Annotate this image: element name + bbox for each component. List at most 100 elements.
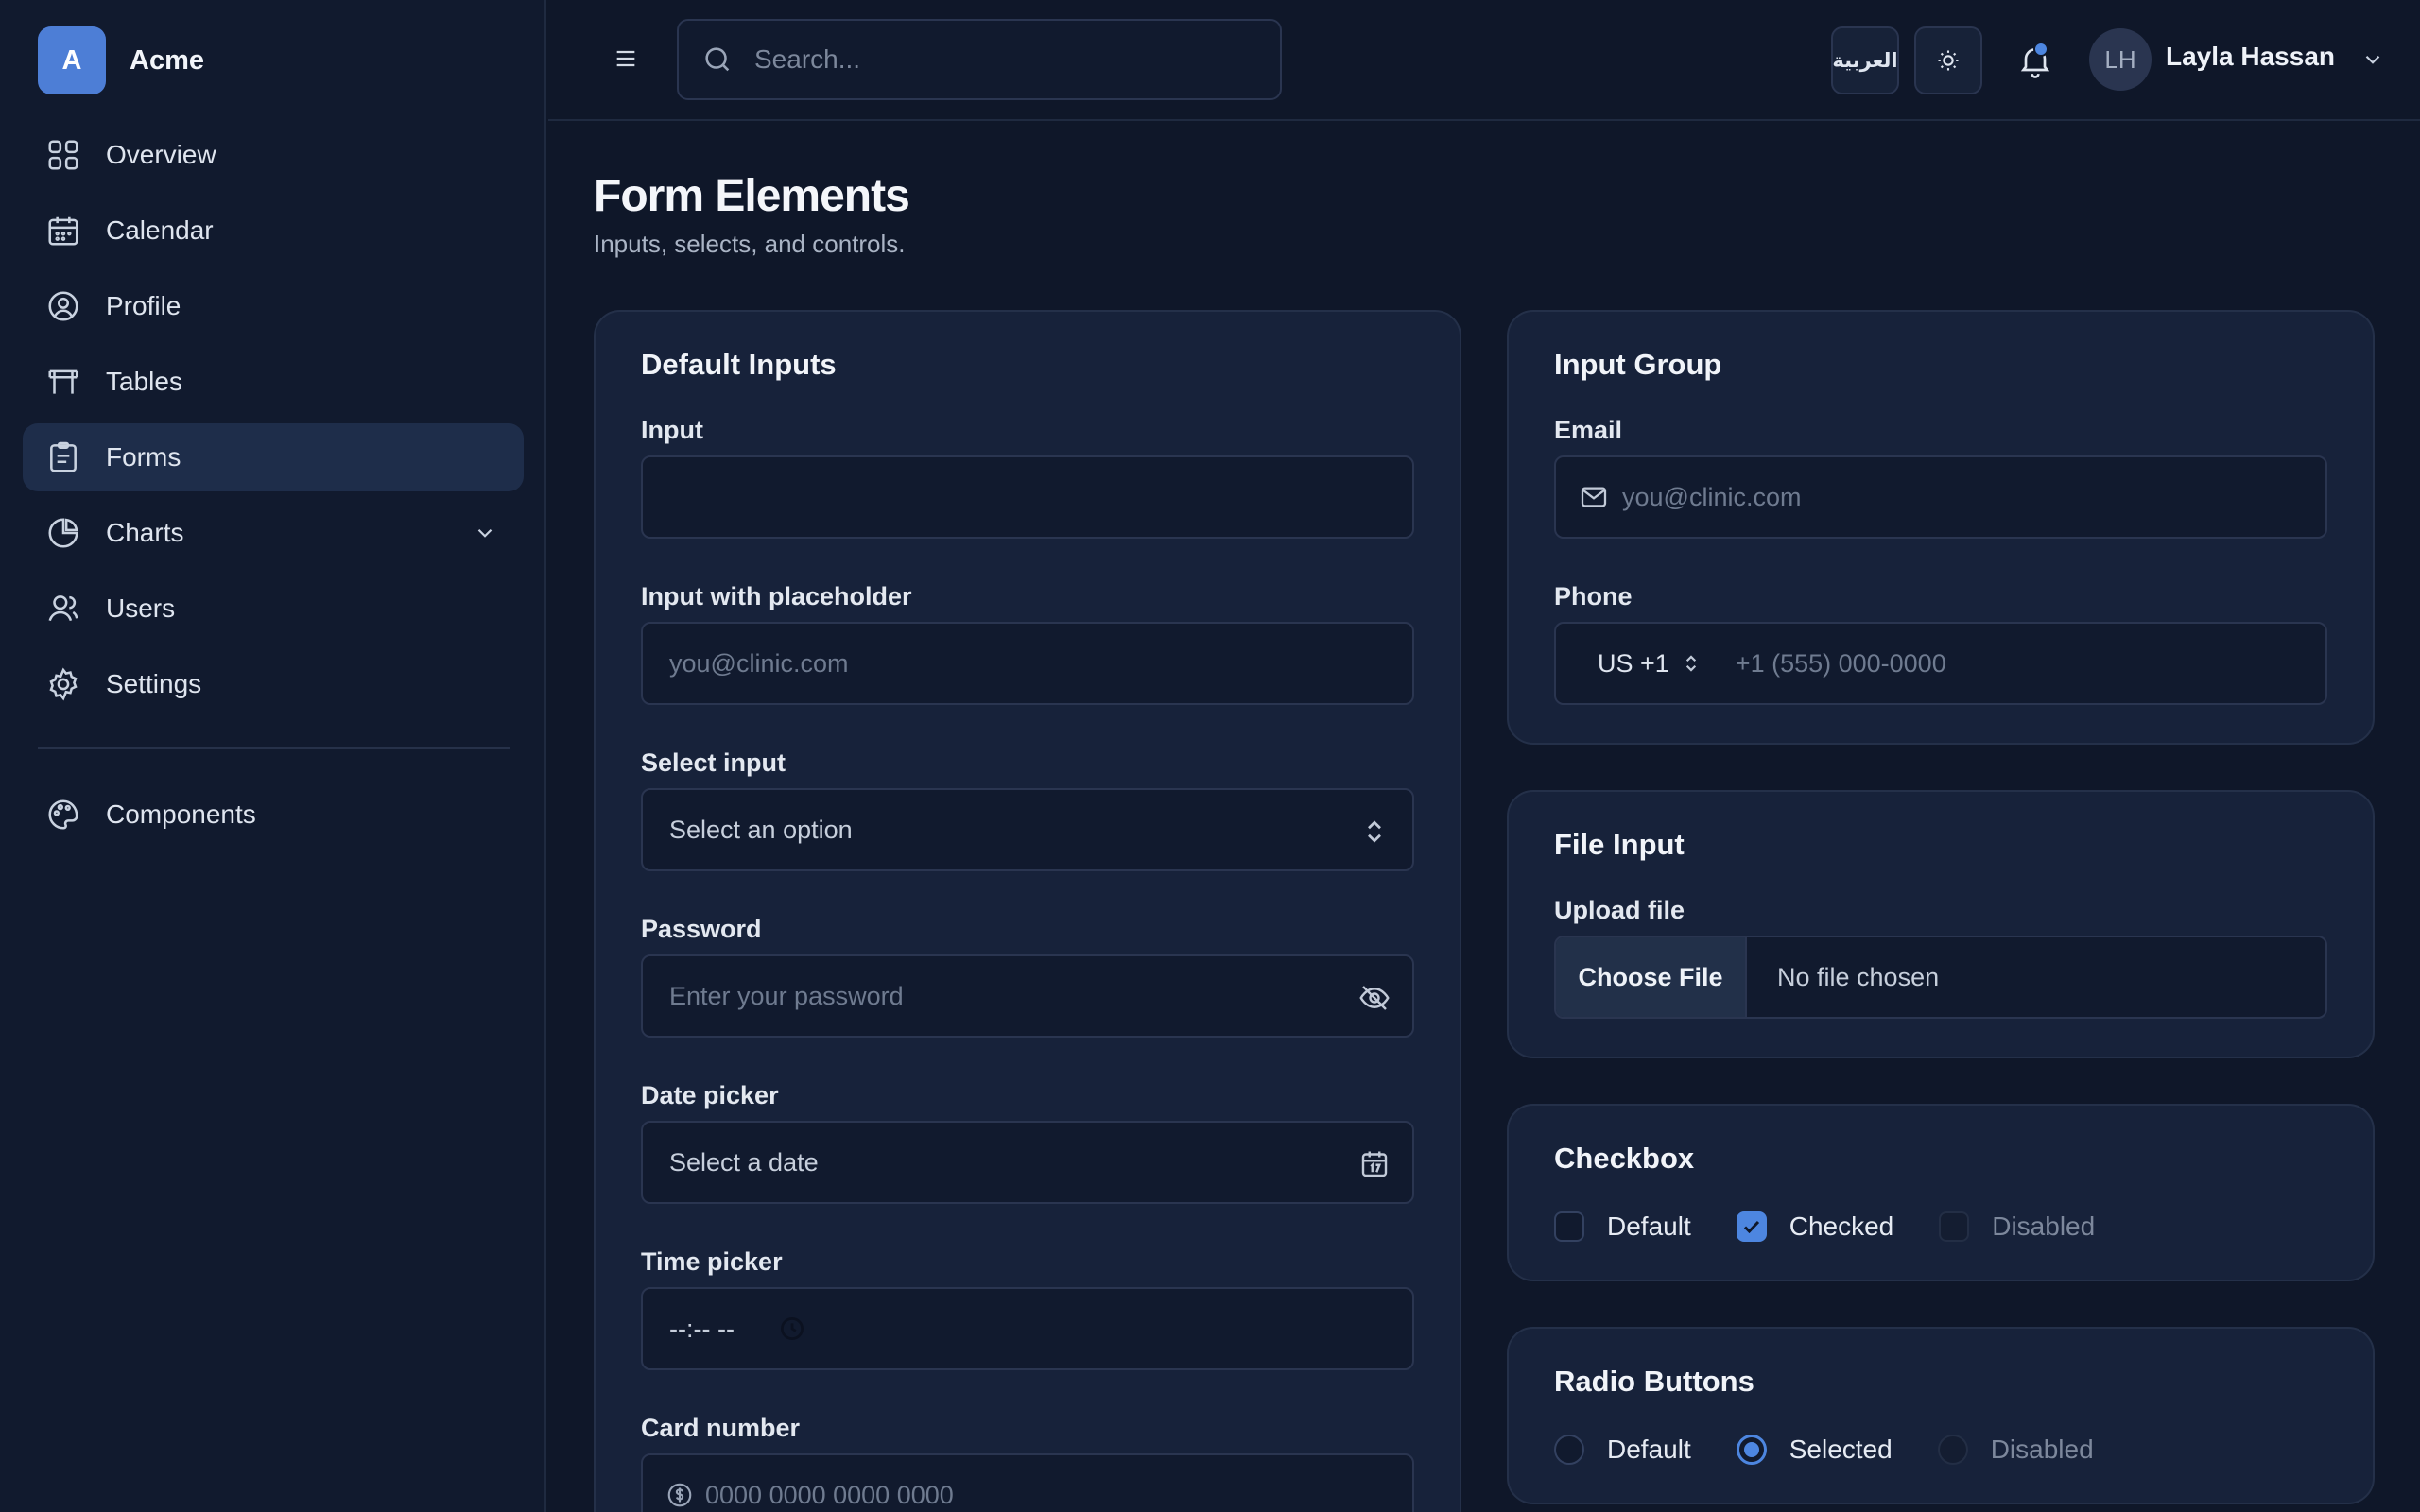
- time-value: --:-- --: [669, 1314, 735, 1343]
- email-field[interactable]: you@clinic.com: [641, 622, 1414, 705]
- phone-field[interactable]: US +1 +1 (555) 000-0000: [1554, 622, 2327, 705]
- chevron-up-down-icon: [1357, 815, 1392, 849]
- sidebar-item-label: Charts: [106, 518, 184, 547]
- radio-button[interactable]: [1554, 1435, 1584, 1465]
- sidebar-item-tables[interactable]: Tables: [23, 348, 524, 416]
- checkbox-label: Default: [1607, 1211, 1691, 1241]
- card-number-label: Card number: [641, 1414, 801, 1442]
- sidebar-item-charts[interactable]: Charts: [23, 499, 524, 567]
- checkbox-default[interactable]: Default: [1554, 1211, 1691, 1242]
- avatar[interactable]: LH: [2089, 28, 2152, 91]
- time-picker[interactable]: --:-- --: [641, 1287, 1414, 1370]
- date-picker[interactable]: Select a date: [641, 1121, 1414, 1204]
- text-input[interactable]: [641, 455, 1414, 539]
- mail-icon: [1579, 482, 1609, 512]
- page-subtitle: Inputs, selects, and controls.: [594, 230, 906, 258]
- file-input[interactable]: Choose File No file chosen: [1554, 936, 2327, 1019]
- sidebar: A Acme Overview Calendar Profile Tables …: [0, 0, 546, 1512]
- radio-label: Default: [1607, 1435, 1691, 1464]
- search-input[interactable]: Search...: [677, 19, 1282, 100]
- phone-placeholder: +1 (555) 000-0000: [1735, 648, 1946, 678]
- radio-button[interactable]: [1736, 1435, 1767, 1465]
- sidebar-item-profile[interactable]: Profile: [23, 272, 524, 340]
- check-icon: [1743, 1220, 1759, 1234]
- clock-icon[interactable]: [778, 1314, 806, 1343]
- checkbox[interactable]: [1554, 1211, 1584, 1242]
- email-group-field[interactable]: you@clinic.com: [1554, 455, 2327, 539]
- gear-icon: [45, 666, 81, 702]
- sidebar-item-settings[interactable]: Settings: [23, 650, 524, 718]
- calendar-icon[interactable]: [1357, 1147, 1392, 1181]
- checkbox-label: Disabled: [1992, 1211, 2096, 1241]
- palette-icon: [45, 797, 81, 833]
- radio-default[interactable]: Default: [1554, 1435, 1691, 1465]
- notification-dot: [2033, 42, 2048, 57]
- email-placeholder: you@clinic.com: [669, 648, 849, 678]
- input-group-card: Input Group Email you@clinic.com Phone U…: [1507, 310, 2375, 745]
- checkbox-row: Default Checked Disabled: [1554, 1211, 2140, 1242]
- sidebar-item-label: Overview: [106, 140, 216, 169]
- top-header: Search... العربية LH Layla Hassan: [548, 0, 2420, 121]
- user-name[interactable]: Layla Hassan: [2166, 42, 2335, 72]
- sidebar-item-users[interactable]: Users: [23, 575, 524, 643]
- select-input[interactable]: Select an option: [641, 788, 1414, 871]
- search-icon: [701, 43, 734, 76]
- chevron-down-icon[interactable]: [473, 521, 497, 545]
- country-code-select[interactable]: US +1: [1598, 649, 1669, 679]
- user-circle-icon: [45, 288, 81, 324]
- file-input-card: File Input Upload file Choose File No fi…: [1507, 790, 2375, 1058]
- sidebar-item-components[interactable]: Components: [23, 781, 524, 849]
- brand[interactable]: A Acme: [38, 26, 204, 94]
- table-icon: [45, 364, 81, 400]
- select-label: Select input: [641, 748, 786, 777]
- chevron-up-down-icon: [1679, 651, 1703, 676]
- password-field[interactable]: Enter your password: [641, 954, 1414, 1038]
- input-label: Input: [641, 416, 703, 444]
- phone-label: Phone: [1554, 582, 1633, 610]
- pie-chart-icon: [45, 515, 81, 551]
- placeholder-input-label: Input with placeholder: [641, 582, 912, 610]
- checkbox-card: Checkbox Default Checked Disabled: [1507, 1104, 2375, 1281]
- language-button[interactable]: العربية: [1831, 26, 1899, 94]
- sidebar-item-forms[interactable]: Forms: [23, 423, 524, 491]
- dollar-icon: [666, 1481, 694, 1509]
- default-inputs-card: Default Inputs Input Input with placehol…: [594, 310, 1461, 1512]
- chevron-down-icon[interactable]: [2360, 47, 2385, 72]
- sidebar-item-calendar[interactable]: Calendar: [23, 197, 524, 265]
- radio-label: Selected: [1789, 1435, 1893, 1464]
- choose-file-button[interactable]: Choose File: [1556, 937, 1747, 1017]
- select-value: Select an option: [669, 815, 853, 844]
- sidebar-item-label: Calendar: [106, 215, 214, 245]
- clipboard-icon: [45, 439, 81, 475]
- time-picker-label: Time picker: [641, 1247, 783, 1276]
- menu-icon[interactable]: [613, 45, 639, 72]
- card-title: Default Inputs: [641, 348, 837, 381]
- checkbox: [1939, 1211, 1970, 1242]
- theme-toggle-button[interactable]: [1914, 26, 1982, 94]
- sidebar-item-overview[interactable]: Overview: [23, 121, 524, 189]
- radio-disabled: Disabled: [1937, 1435, 2094, 1465]
- eye-off-icon[interactable]: [1357, 981, 1392, 1015]
- sidebar-divider: [38, 747, 510, 749]
- upload-file-label: Upload file: [1554, 896, 1685, 924]
- password-label: Password: [641, 915, 762, 943]
- sidebar-nav: Overview Calendar Profile Tables Forms C…: [23, 121, 524, 726]
- checkbox-disabled: Disabled: [1939, 1211, 2095, 1242]
- sidebar-item-label: Settings: [106, 669, 202, 698]
- email-label: Email: [1554, 416, 1623, 444]
- radio-selected[interactable]: Selected: [1736, 1435, 1893, 1465]
- date-placeholder: Select a date: [669, 1147, 819, 1177]
- brand-logo: A: [38, 26, 106, 94]
- card-title: Input Group: [1554, 348, 1722, 381]
- radio-card: Radio Buttons Default Selected Disabled: [1507, 1327, 2375, 1504]
- checkbox-checked[interactable]: Checked: [1736, 1211, 1894, 1242]
- sidebar-item-label: Tables: [106, 367, 182, 396]
- radio-label: Disabled: [1990, 1435, 2094, 1464]
- card-number-field[interactable]: 0000 0000 0000 0000: [641, 1453, 1414, 1512]
- search-placeholder: Search...: [754, 44, 861, 74]
- password-placeholder: Enter your password: [669, 981, 904, 1010]
- checkbox-label: Checked: [1789, 1211, 1894, 1241]
- grid-icon: [45, 137, 81, 173]
- sidebar-secondary-nav: Components: [23, 781, 524, 856]
- checkbox[interactable]: [1736, 1211, 1767, 1242]
